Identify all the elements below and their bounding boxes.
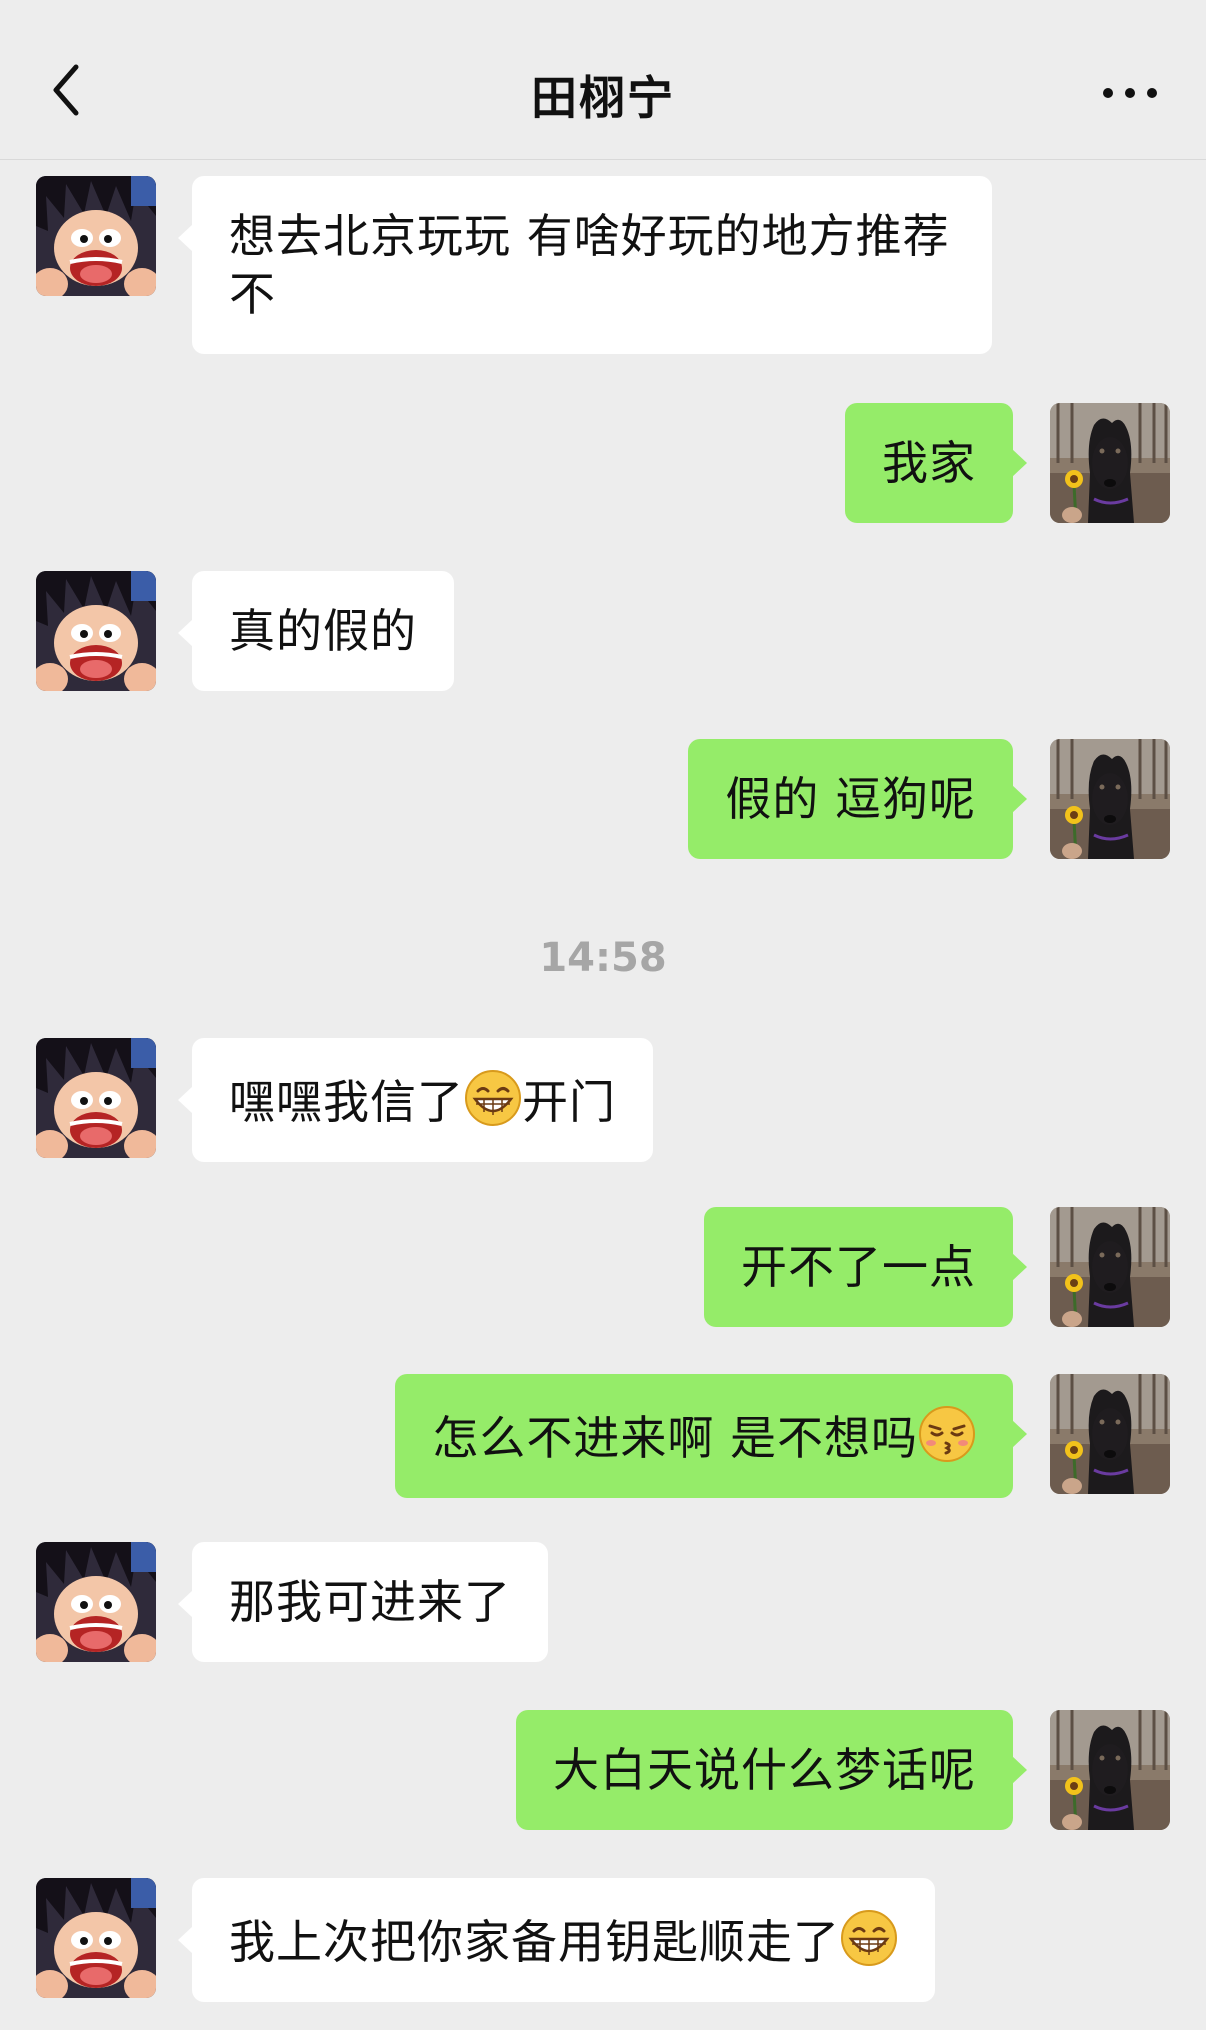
message-text: 嘿嘿我信了 — [229, 1075, 464, 1129]
message-text: 我上次把你家备用钥匙顺走了 — [229, 1915, 840, 1969]
my-avatar[interactable] — [1050, 403, 1170, 523]
message-bubble-outgoing[interactable]: 我家 — [845, 403, 1027, 523]
message-bubble-outgoing[interactable]: 开不了一点 — [704, 1207, 1027, 1327]
message-bubble-incoming[interactable]: 我上次把你家备用钥匙顺走了 — [178, 1878, 935, 2002]
message-bubble-incoming[interactable]: 想去北京玩玩 有啥好玩的地方推荐不 — [178, 176, 992, 354]
goku-avatar-icon — [36, 571, 156, 691]
message-text: 想去北京玩玩 有啥好玩的地方推荐不 — [229, 209, 950, 321]
dog-avatar-icon — [1050, 1374, 1170, 1494]
message-text: 那我可进来了 — [229, 1575, 511, 1629]
goku-avatar-icon — [36, 1878, 156, 1998]
dog-avatar-icon — [1050, 1207, 1170, 1327]
contact-avatar[interactable] — [36, 1038, 156, 1158]
message-bubble-outgoing[interactable]: 假的 逗狗呢 — [688, 739, 1027, 859]
message-bubble-outgoing[interactable]: 怎么不进来啊 是不想吗 — [395, 1374, 1027, 1498]
dog-avatar-icon — [1050, 1710, 1170, 1830]
dog-avatar-icon — [1050, 403, 1170, 523]
chat-timestamp: 14:58 — [539, 935, 667, 981]
grinning-emoji-icon — [464, 1069, 522, 1127]
goku-avatar-icon — [36, 1542, 156, 1662]
my-avatar[interactable] — [1050, 1710, 1170, 1830]
contact-avatar[interactable] — [36, 176, 156, 296]
message-text: 真的假的 — [229, 604, 417, 658]
message-text: 开不了一点 — [741, 1240, 976, 1294]
goku-avatar-icon — [36, 1038, 156, 1158]
message-text: 怎么不进来啊 是不想吗 — [432, 1411, 918, 1465]
message-text: 我家 — [882, 436, 976, 490]
message-bubble-incoming[interactable]: 那我可进来了 — [178, 1542, 548, 1662]
message-text: 大白天说什么梦话呢 — [553, 1743, 976, 1797]
contact-avatar[interactable] — [36, 571, 156, 691]
more-button[interactable] — [1100, 78, 1160, 108]
contact-avatar[interactable] — [36, 1542, 156, 1662]
chat-title: 田栩宁 — [531, 71, 675, 125]
message-text: 假的 逗狗呢 — [725, 772, 976, 826]
my-avatar[interactable] — [1050, 1374, 1170, 1494]
my-avatar[interactable] — [1050, 739, 1170, 859]
message-bubble-incoming[interactable]: 真的假的 — [178, 571, 454, 691]
message-bubble-outgoing[interactable]: 大白天说什么梦话呢 — [516, 1710, 1027, 1830]
my-avatar[interactable] — [1050, 1207, 1170, 1327]
grinning-emoji-icon — [840, 1909, 898, 1967]
message-text: 开门 — [522, 1075, 616, 1129]
message-bubble-incoming[interactable]: 嘿嘿我信了 开门 — [178, 1038, 653, 1162]
goku-avatar-icon — [36, 176, 156, 296]
dog-avatar-icon — [1050, 739, 1170, 859]
kissing-emoji-icon — [918, 1405, 976, 1463]
chat-header: 田栩宁 — [0, 0, 1206, 160]
more-dots-icon — [1103, 88, 1157, 98]
contact-avatar[interactable] — [36, 1878, 156, 1998]
